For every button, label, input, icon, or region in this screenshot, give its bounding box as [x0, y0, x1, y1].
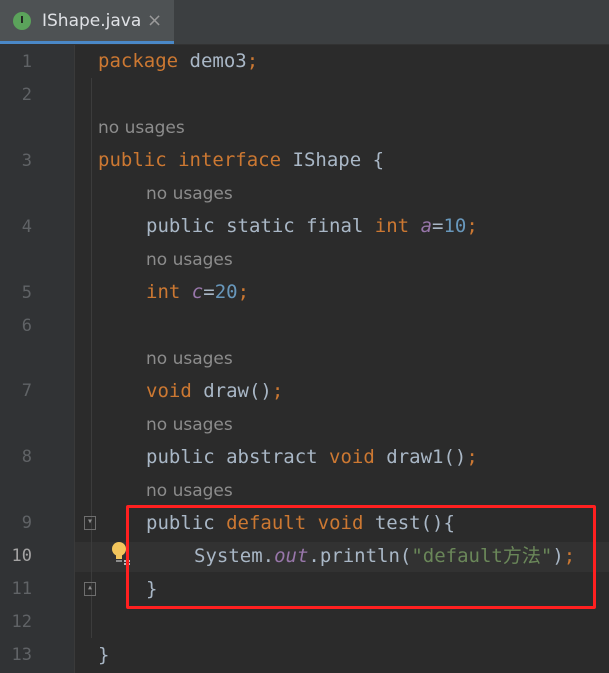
code-line-3[interactable]: public interface IShape { — [98, 149, 384, 171]
tab-title: IShape.java — [42, 11, 142, 31]
tab-ishape-java[interactable]: I IShape.java × — [0, 0, 174, 44]
editor-tab-bar: I IShape.java × — [0, 0, 609, 45]
close-icon[interactable]: × — [147, 10, 162, 31]
field-name: a — [420, 215, 433, 237]
semicolon: ; — [466, 446, 478, 468]
semicolon: ; — [271, 380, 284, 402]
method-name: draw1 — [374, 446, 444, 468]
usage-hint[interactable]: no usages — [146, 481, 233, 501]
parens: () — [248, 380, 272, 402]
interface-icon: I — [13, 12, 31, 30]
field-name: c — [191, 281, 204, 303]
package-name: demo3 — [178, 50, 247, 72]
usage-hint[interactable]: no usages — [98, 118, 185, 138]
line-number: 1 — [21, 52, 32, 72]
code-line-4[interactable]: public static final int a=10; — [146, 215, 478, 237]
line-number: 5 — [21, 283, 32, 303]
number-literal: 20 — [214, 281, 238, 303]
annotation-highlight-box — [126, 505, 596, 609]
type-keyword: int — [374, 215, 410, 237]
line-number: 13 — [11, 645, 32, 665]
line-number: 3 — [21, 151, 32, 171]
active-tab-indicator — [0, 41, 174, 44]
keyword: package — [98, 50, 179, 72]
modifiers: public static final — [146, 215, 364, 237]
operator: = — [203, 281, 215, 303]
line-number: 7 — [21, 381, 32, 401]
parens: () — [443, 446, 467, 468]
interface-name: IShape — [292, 149, 362, 171]
type-keyword: void — [329, 446, 375, 468]
indent-guide — [91, 78, 92, 638]
line-number: 8 — [21, 447, 32, 467]
code-line-8[interactable]: public abstract void draw1(); — [146, 446, 478, 468]
line-number: 2 — [21, 85, 32, 105]
semicolon: ; — [466, 215, 478, 237]
modifiers: public abstract — [146, 446, 318, 468]
semicolon: ; — [246, 50, 259, 72]
line-number: 6 — [21, 316, 32, 336]
usage-hint[interactable]: no usages — [146, 415, 233, 435]
number-literal: 10 — [443, 215, 467, 237]
code-line-1[interactable]: package demo3; — [98, 50, 258, 72]
code-line-5[interactable]: int c=20; — [146, 281, 249, 303]
line-number-current: 10 — [11, 546, 32, 566]
fold-collapse-icon[interactable]: ▾ — [84, 516, 96, 530]
line-number: 11 — [11, 579, 32, 599]
usage-hint[interactable]: no usages — [146, 250, 233, 270]
line-number: 4 — [21, 217, 32, 237]
usage-hint[interactable]: no usages — [146, 349, 233, 369]
type-keyword: void — [146, 380, 192, 402]
type-keyword: int — [146, 281, 181, 303]
line-number: 12 — [11, 612, 32, 632]
method-name: draw — [191, 380, 249, 402]
brace: } — [98, 644, 110, 666]
operator: = — [432, 215, 444, 237]
code-line-13[interactable]: } — [98, 644, 109, 666]
brace: { — [361, 149, 385, 171]
usage-hint[interactable]: no usages — [146, 184, 233, 204]
line-number: 9 — [21, 513, 32, 533]
code-line-7[interactable]: void draw(); — [146, 380, 283, 402]
keyword: interface — [178, 149, 282, 171]
semicolon: ; — [237, 281, 250, 303]
keyword: public — [98, 149, 167, 171]
gutter-separator — [74, 45, 75, 673]
fold-end-icon[interactable]: ▴ — [84, 582, 96, 596]
